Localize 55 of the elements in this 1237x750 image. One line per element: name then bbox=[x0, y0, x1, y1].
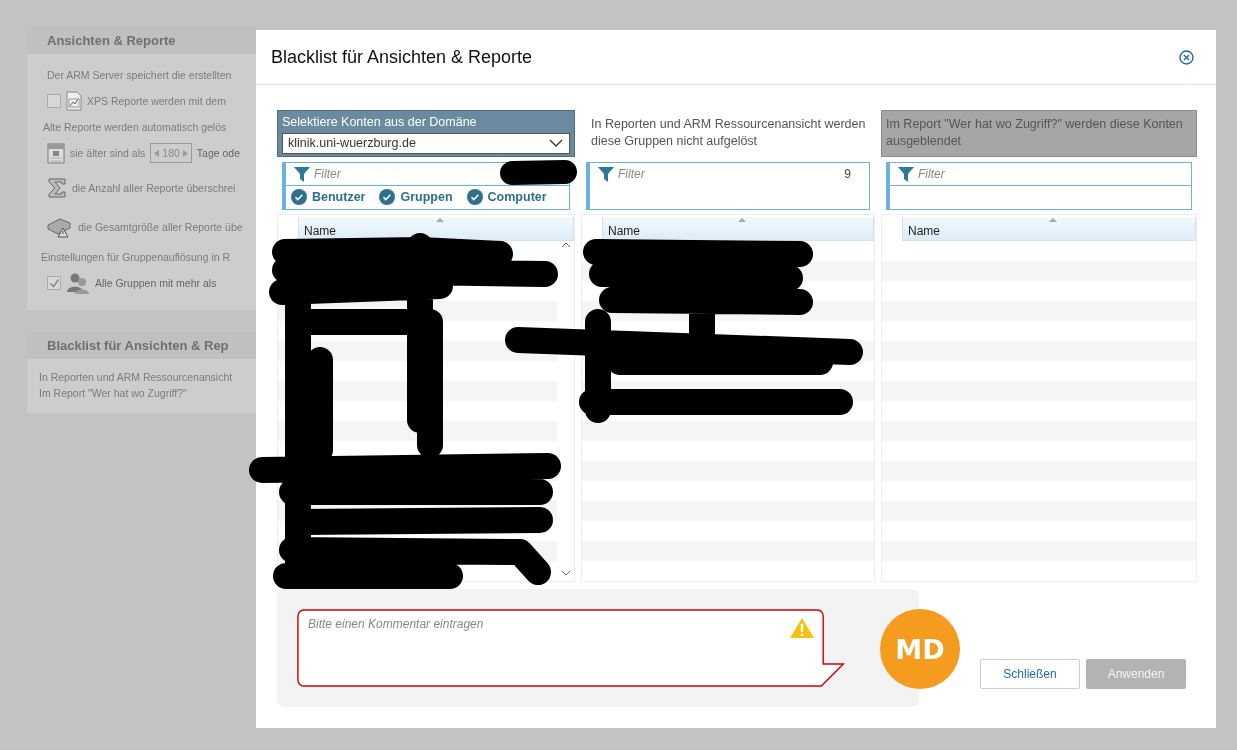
result-count: 9 bbox=[844, 167, 851, 181]
groups-label: Alle Gruppen mit mehr als bbox=[95, 277, 217, 289]
domain-dropdown[interactable]: klinik.uni-wuerzburg.de bbox=[282, 133, 570, 154]
filter-field[interactable]: Filter 9 bbox=[586, 162, 870, 210]
unit-label: Tage ode bbox=[196, 147, 241, 159]
filter-field[interactable]: Filter bbox=[886, 162, 1192, 210]
count-label: die Anzahl aller Reporte überschrei bbox=[72, 182, 236, 194]
panel-text: Im Report "Wer hat wo Zugriff?" bbox=[39, 386, 188, 401]
filter-input[interactable]: Filter bbox=[314, 167, 561, 181]
filter-icon bbox=[598, 166, 614, 182]
chevron-down-icon bbox=[549, 139, 563, 148]
check-circle-icon bbox=[291, 189, 307, 205]
checkbox[interactable] bbox=[47, 276, 61, 290]
column-heading[interactable]: Name bbox=[902, 217, 1196, 241]
comment-field[interactable]: Bitte einen Kommentar eintragen bbox=[297, 609, 849, 687]
group-icon bbox=[66, 272, 90, 294]
close-icon[interactable] bbox=[1179, 49, 1194, 65]
intro-text: Der ARM Server speichert die erstellten bbox=[47, 69, 232, 81]
scroll-up-icon[interactable] bbox=[561, 241, 571, 248]
filter-field[interactable]: Filter Benutzer Gruppen Computer bbox=[282, 162, 570, 210]
check-circle-icon bbox=[466, 189, 483, 205]
header-text: In Reporten und ARM Ressourcenansicht werden diese Gruppen nicht aufgelöst bbox=[591, 117, 866, 148]
scroll-down-icon[interactable] bbox=[561, 570, 571, 577]
chart-document-icon bbox=[66, 91, 82, 111]
type-toggle[interactable]: Benutzer bbox=[291, 189, 366, 205]
cleanup-note: Alte Reporte werden automatisch gelös bbox=[43, 121, 227, 133]
filter-icon bbox=[294, 166, 310, 182]
checkbox[interactable] bbox=[47, 94, 61, 108]
warning-icon bbox=[789, 617, 815, 639]
header-text: Selektiere Konten aus der Domäne bbox=[282, 115, 477, 129]
group-note: Einstellungen für Gruppenauflösung in R bbox=[41, 251, 231, 263]
check-circle-icon bbox=[379, 189, 396, 205]
arrow-right-icon[interactable] bbox=[182, 149, 188, 157]
filter-input[interactable]: Filter bbox=[618, 167, 841, 181]
column-heading[interactable]: Name bbox=[298, 217, 574, 241]
type-toggle[interactable]: Gruppen bbox=[379, 189, 453, 205]
filter-input[interactable]: Filter bbox=[918, 167, 1183, 181]
panel-title: Ansichten & Reporte bbox=[27, 27, 256, 54]
comment-input[interactable]: Bitte einen Kommentar eintragen bbox=[300, 612, 810, 680]
type-toggle[interactable]: Computer bbox=[466, 189, 547, 205]
panel-text: In Reporten und ARM Ressourcenansicht bbox=[39, 370, 234, 385]
size-label: die Gesamtgröße aller Reporte übe bbox=[78, 221, 243, 233]
panel-title: Blacklist für Ansichten & Rep bbox=[27, 332, 256, 359]
dialog-title: Blacklist für Ansichten & Reporte bbox=[271, 46, 533, 68]
xps-label: XPS Reporte werden mit dem bbox=[87, 95, 226, 107]
age-label: sie älter sind als bbox=[70, 147, 146, 159]
disk-warning-icon bbox=[47, 216, 73, 238]
filter-icon bbox=[898, 166, 914, 182]
calendar-icon bbox=[47, 142, 65, 164]
close-button[interactable]: Schließen bbox=[980, 659, 1080, 689]
user-avatar: MD bbox=[880, 609, 960, 689]
sigma-icon bbox=[47, 177, 67, 199]
column-heading[interactable]: Name bbox=[602, 217, 874, 241]
arrow-left-icon[interactable] bbox=[154, 149, 160, 157]
header-text: Im Report "Wer hat wo Zugriff?" werden diese Konten ausgeblendet bbox=[886, 117, 1183, 148]
